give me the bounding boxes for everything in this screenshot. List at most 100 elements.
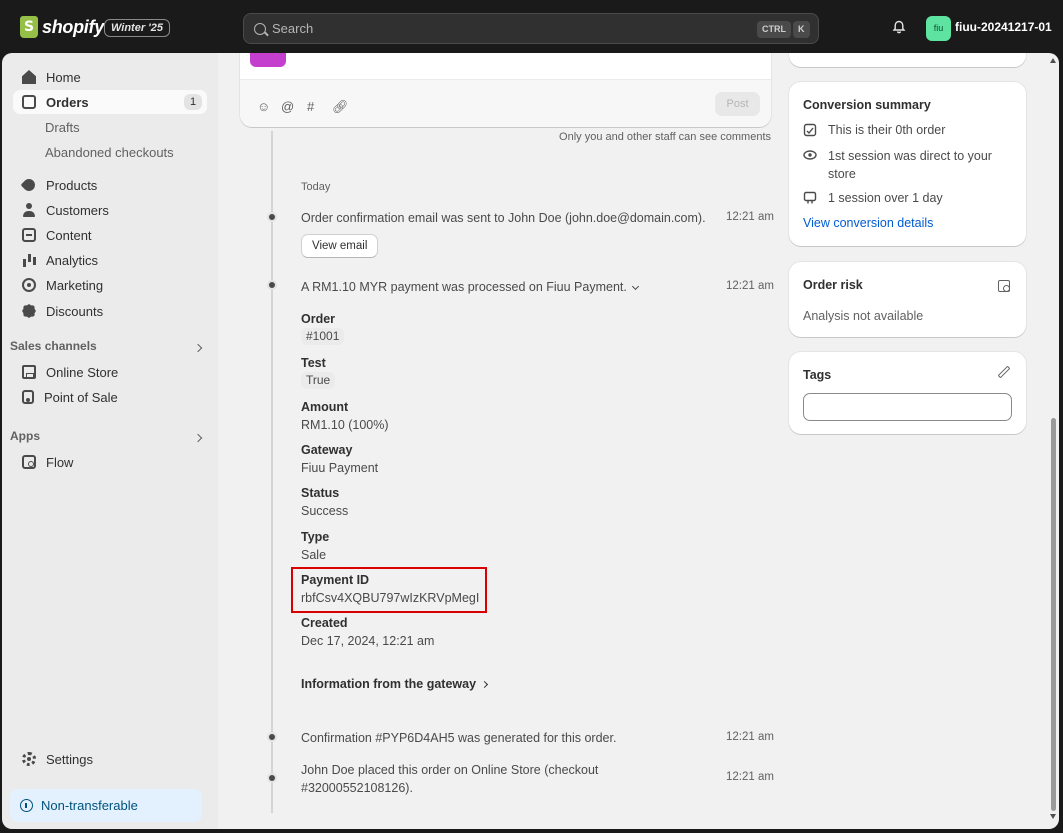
detail-payment-id-label: Payment ID: [301, 573, 370, 587]
detail-amount-label: Amount: [301, 400, 349, 414]
detail-gateway-label: Gateway: [301, 443, 353, 457]
sidebar-item-point-of-sale[interactable]: Point of Sale: [13, 385, 207, 409]
sidebar-item-online-store[interactable]: Online Store: [13, 360, 207, 384]
main-content: ☺ @ # 🔗︎ Post Only you and other staff c…: [218, 53, 1047, 829]
order-history-icon: [803, 123, 817, 137]
scroll-up-arrow-icon[interactable]: [1050, 58, 1056, 63]
email-event-time: 12:21 am: [726, 211, 774, 223]
orders-count-badge: 1: [184, 94, 202, 110]
edition-badge[interactable]: Winter '25: [104, 19, 171, 37]
placed-event-time: 12:21 am: [726, 771, 774, 783]
sidebar-item-drafts[interactable]: Drafts: [45, 120, 80, 135]
conversion-row-text: 1st session was direct to your store: [828, 147, 992, 183]
conversion-row-session: 1st session was direct to your store: [803, 148, 992, 183]
payment-event-toggle[interactable]: A RM1.10 MYR payment was processed on Fi…: [301, 280, 639, 294]
search-placeholder: Search: [272, 21, 314, 36]
sidebar-item-orders[interactable]: Orders 1: [13, 90, 207, 114]
view-email-button[interactable]: View email: [301, 234, 379, 258]
sidebar-item-marketing[interactable]: Marketing: [13, 273, 207, 297]
point-of-sale-icon: [22, 390, 34, 404]
sidebar-item-discounts[interactable]: Discounts: [13, 299, 207, 323]
conversion-row-text-line2: store: [828, 167, 856, 181]
sidebar-item-products[interactable]: Products: [13, 173, 207, 197]
post-button[interactable]: Post: [715, 92, 760, 116]
confirmation-event-text: Confirmation #PYP6D4AH5 was generated fo…: [301, 731, 617, 745]
target-icon: [22, 278, 36, 292]
sidebar-item-label: Flow: [46, 454, 74, 470]
non-transferable-banner[interactable]: Non-transferable: [10, 789, 202, 822]
order-risk-card: Order risk Analysis not available: [789, 262, 1026, 337]
sidebar: Home Orders 1 Drafts Abandoned checkouts…: [2, 53, 218, 829]
shopify-bag-icon: [20, 16, 38, 38]
scroll-down-arrow-icon[interactable]: [1050, 814, 1056, 819]
store-avatar[interactable]: fiu: [926, 16, 951, 41]
sidebar-item-flow[interactable]: Flow: [13, 450, 207, 474]
tags-input[interactable]: [803, 393, 1012, 421]
detail-status-value: Success: [301, 504, 349, 518]
order-risk-text: Analysis not available: [803, 309, 924, 323]
sidebar-item-label: Home: [46, 69, 81, 85]
sidebar-item-label: Analytics: [46, 252, 99, 268]
search-bar[interactable]: Search CTRL K: [243, 13, 819, 44]
edit-pencil-icon[interactable]: [997, 365, 1011, 379]
detail-order-label: Order: [301, 312, 336, 326]
chevron-right-icon[interactable]: [193, 343, 203, 353]
order-risk-title: Order risk: [803, 278, 863, 292]
sidebar-item-label: Discounts: [46, 303, 104, 319]
conversion-row-text: This is their 0th order: [828, 123, 946, 137]
avatar: [250, 53, 286, 67]
sidebar-item-label: Content: [46, 227, 92, 243]
hashtag-icon[interactable]: #: [307, 99, 314, 114]
detail-order-value[interactable]: #1001: [301, 328, 345, 345]
detail-created-value: Dec 17, 2024, 12:21 am: [301, 634, 435, 648]
timeline-dot: [267, 212, 277, 222]
detail-status-label: Status: [301, 486, 340, 500]
placed-event-text-line1: John Doe placed this order on Online Sto…: [301, 763, 599, 777]
sidebar-item-label: Settings: [46, 751, 93, 767]
attach-icon[interactable]: 🔗︎: [332, 99, 349, 115]
timeline-dot: [267, 773, 277, 783]
sidebar-item-label: Marketing: [46, 277, 104, 293]
payment-event-time: 12:21 am: [726, 280, 774, 292]
risk-analysis-icon[interactable]: [998, 280, 1010, 292]
sidebar-item-home[interactable]: Home: [13, 65, 207, 89]
emoji-icon[interactable]: ☺: [257, 99, 270, 114]
store-icon: [22, 365, 36, 379]
flow-icon: [22, 455, 36, 469]
chevron-down-icon: [631, 282, 639, 291]
sidebar-item-label: Customers: [46, 202, 109, 218]
sidebar-item-label: Products: [46, 177, 98, 193]
content-icon: [22, 228, 36, 242]
tag-icon: [20, 176, 38, 194]
mention-icon[interactable]: @: [281, 99, 294, 114]
store-name[interactable]: fiuu-20241217-01: [955, 20, 1052, 34]
non-transferable-label: Non-transferable: [41, 798, 138, 813]
comment-toolbar: ☺ @ # 🔗︎ Post: [240, 79, 771, 127]
detail-test-value: True: [301, 372, 336, 389]
top-bar: shopify Winter '25 Search CTRL K fiu fiu…: [0, 0, 1063, 56]
shopify-logo[interactable]: shopify: [20, 16, 104, 38]
shortcut-ctrl-key: CTRL: [757, 21, 791, 38]
chevron-right-icon[interactable]: [193, 433, 203, 443]
view-conversion-details-link[interactable]: View conversion details: [803, 216, 933, 230]
timeline-dot: [267, 280, 277, 290]
gateway-info-link[interactable]: Information from the gateway: [301, 677, 489, 691]
comment-composer: ☺ @ # 🔗︎ Post: [240, 53, 771, 127]
sidebar-item-customers[interactable]: Customers: [13, 198, 207, 222]
info-icon: [20, 799, 33, 812]
timeline-line: [271, 131, 273, 813]
orders-icon: [22, 95, 36, 109]
sidebar-item-settings[interactable]: Settings: [13, 747, 207, 771]
sidebar-item-content[interactable]: Content: [13, 223, 207, 247]
timeline-date-heading: Today: [301, 181, 331, 193]
apps-heading: Apps: [10, 429, 40, 443]
home-icon: [22, 70, 36, 84]
chevron-right-icon: [480, 680, 489, 689]
sales-channels-heading: Sales channels: [10, 339, 97, 353]
sidebar-item-abandoned-checkouts[interactable]: Abandoned checkouts: [45, 145, 174, 160]
notification-bell-icon[interactable]: [892, 20, 906, 34]
scrollbar-thumb[interactable]: [1051, 418, 1056, 811]
sidebar-item-analytics[interactable]: Analytics: [13, 248, 207, 272]
detail-payment-id-value: rbfCsv4XQBU797wIzKRVpMegI: [301, 591, 480, 605]
bar-chart-icon: [22, 253, 36, 267]
